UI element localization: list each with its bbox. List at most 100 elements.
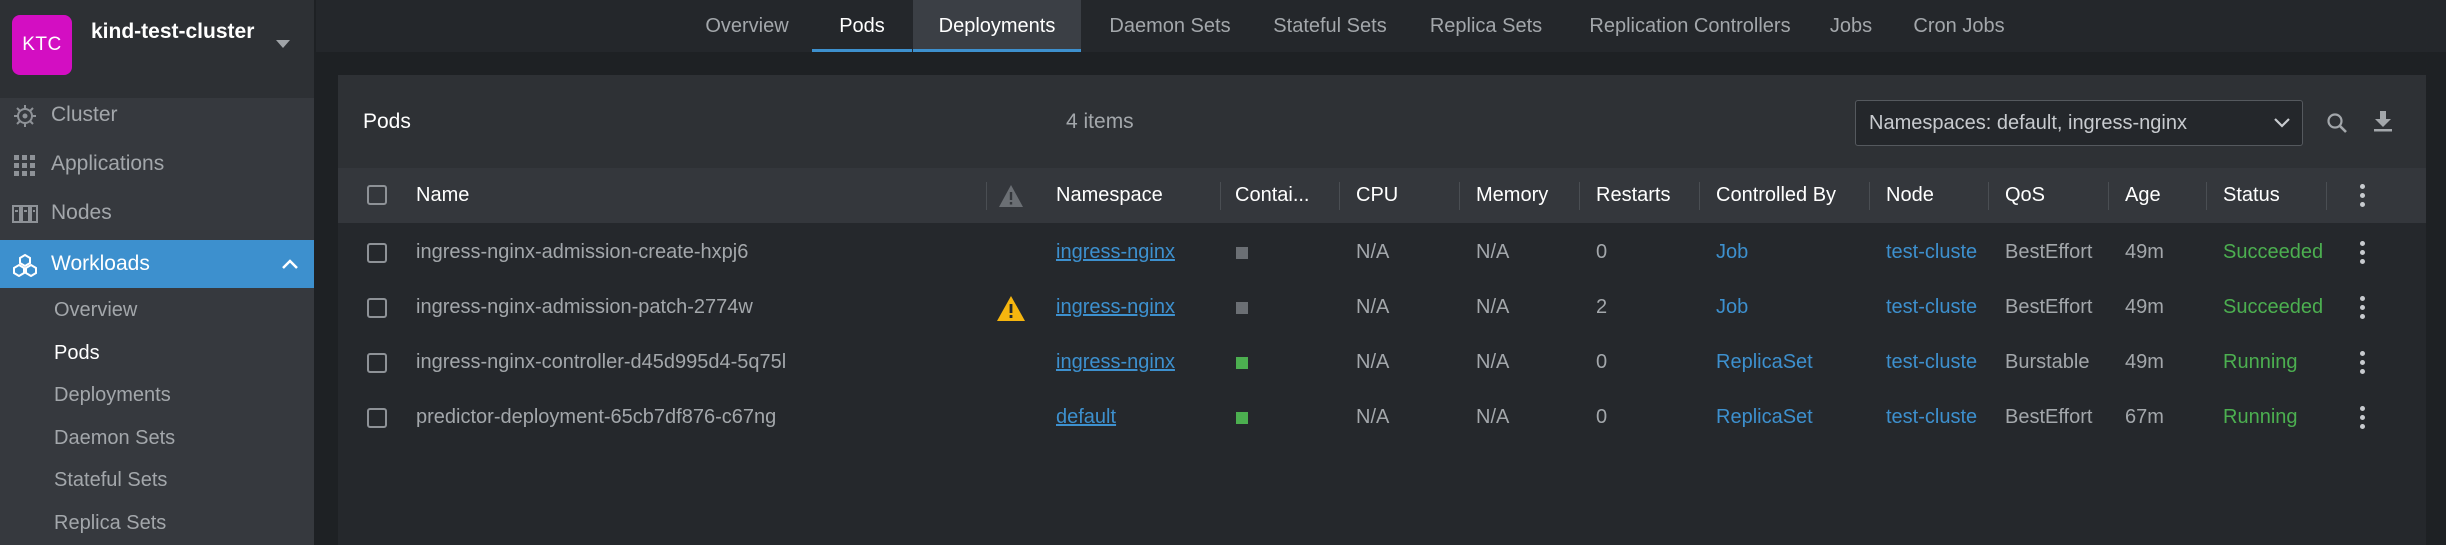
select-all-checkbox[interactable]: [367, 185, 387, 205]
table-row[interactable]: ingress-nginx-controller-d45d995d4-5q75l…: [338, 335, 2426, 390]
container-status-icon[interactable]: [1236, 412, 1248, 424]
pods-panel: Pods 4 items Namespaces: default, ingres…: [338, 75, 2426, 545]
namespace-link[interactable]: ingress-nginx: [1056, 241, 1175, 263]
workload-tabs: Overview Pods Deployments Daemon Sets St…: [316, 0, 2446, 52]
node-link[interactable]: test-cluste: [1886, 280, 1984, 335]
column-divider: [1459, 182, 1460, 210]
status-badge: Succeeded: [2223, 241, 2324, 263]
row-checkbox[interactable]: [367, 408, 387, 428]
restarts-value: 2: [1596, 296, 1608, 318]
restarts-value: 0: [1596, 406, 1608, 428]
table-row[interactable]: ingress-nginx-admission-create-hxpj6 ingr…: [338, 225, 2426, 280]
namespace-link[interactable]: ingress-nginx: [1056, 351, 1175, 373]
row-menu-icon[interactable]: [2359, 296, 2365, 320]
row-checkbox[interactable]: [367, 243, 387, 263]
column-status[interactable]: Status: [2223, 168, 2280, 223]
caret-down-icon[interactable]: [276, 40, 290, 48]
namespace-cell: ingress-nginx: [1056, 225, 1216, 280]
warning-column-icon[interactable]: [998, 184, 1024, 208]
column-memory[interactable]: Memory: [1476, 168, 1548, 223]
table-row[interactable]: ingress-nginx-admission-patch-2774w ingre…: [338, 280, 2426, 335]
node-link[interactable]: test-cluste: [1886, 390, 1984, 445]
table-header: Name Namespace Contai... CPU Memory Rest…: [338, 168, 2426, 223]
controlled-by-link[interactable]: Job: [1716, 225, 1866, 280]
sidebar-subitem-overview[interactable]: Overview: [54, 295, 137, 325]
column-menu-icon[interactable]: [2359, 184, 2365, 208]
sidebar-item-workloads[interactable]: Workloads: [0, 240, 314, 288]
controlled-by-link[interactable]: Job: [1716, 280, 1866, 335]
row-checkbox[interactable]: [367, 353, 387, 373]
column-divider: [986, 182, 987, 210]
row-menu-icon[interactable]: [2359, 406, 2365, 430]
memory-value: N/A: [1476, 406, 1510, 428]
sidebar-item-applications[interactable]: Applications: [0, 140, 314, 188]
column-name[interactable]: Name: [416, 168, 469, 223]
column-age[interactable]: Age: [2125, 168, 2161, 223]
age-value: 49m: [2125, 351, 2164, 373]
sidebar-item-cluster[interactable]: Cluster: [0, 91, 314, 139]
panel-header: Pods 4 items Namespaces: default, ingres…: [338, 75, 2426, 168]
tab-stateful-sets[interactable]: Stateful Sets: [1257, 0, 1403, 52]
table-row[interactable]: predictor-deployment-65cb7df876-c67ng def…: [338, 390, 2426, 445]
sidebar: KTC kind-test-cluster Cluster Applicatio…: [0, 0, 314, 545]
column-divider: [2206, 182, 2207, 210]
row-checkbox[interactable]: [367, 298, 387, 318]
namespace-link[interactable]: default: [1056, 406, 1116, 428]
qos-value: Burstable: [2005, 351, 2090, 373]
warning-icon[interactable]: [996, 295, 1026, 322]
sidebar-subitem-pods[interactable]: Pods: [54, 338, 100, 368]
node-link[interactable]: test-cluste: [1886, 225, 1984, 280]
restarts-value: 0: [1596, 241, 1608, 263]
tab-overview[interactable]: Overview: [682, 0, 812, 52]
sidebar-subitem-replica-sets[interactable]: Replica Sets: [54, 508, 166, 538]
column-divider: [2326, 182, 2327, 210]
column-controlled-by[interactable]: Controlled By: [1716, 168, 1836, 223]
controlled-by-link[interactable]: ReplicaSet: [1716, 390, 1866, 445]
row-menu-icon[interactable]: [2359, 351, 2365, 375]
tab-replica-sets[interactable]: Replica Sets: [1416, 0, 1556, 52]
workloads-icon: [13, 253, 37, 277]
age-value: 49m: [2125, 241, 2164, 263]
cluster-name: kind-test-cluster: [91, 20, 255, 43]
helm-icon: [14, 105, 36, 127]
download-icon[interactable]: [2371, 109, 2395, 133]
column-node[interactable]: Node: [1886, 168, 1934, 223]
tab-replication-controllers[interactable]: Replication Controllers: [1570, 0, 1810, 52]
row-menu-icon[interactable]: [2359, 241, 2365, 265]
status-badge: Running: [2223, 351, 2298, 373]
tab-deployments[interactable]: Deployments: [913, 0, 1081, 52]
status-badge: Succeeded: [2223, 296, 2324, 318]
sidebar-subitem-deployments[interactable]: Deployments: [54, 380, 171, 410]
grid-icon: [14, 155, 35, 176]
cluster-selector[interactable]: KTC kind-test-cluster: [0, 0, 314, 98]
column-qos[interactable]: QoS: [2005, 168, 2045, 223]
namespace-select[interactable]: Namespaces: default, ingress-nginx: [1855, 100, 2303, 146]
controlled-by-link[interactable]: ReplicaSet: [1716, 335, 1866, 390]
container-status-icon[interactable]: [1236, 247, 1248, 259]
tab-cron-jobs[interactable]: Cron Jobs: [1899, 0, 2019, 52]
age-value: 49m: [2125, 296, 2164, 318]
namespace-link[interactable]: ingress-nginx: [1056, 296, 1175, 318]
column-containers[interactable]: Contai...: [1235, 168, 1309, 223]
chevron-up-icon[interactable]: [282, 259, 298, 269]
tab-pods[interactable]: Pods: [812, 0, 912, 52]
status-badge: Running: [2223, 406, 2298, 428]
cluster-avatar: KTC: [12, 15, 72, 75]
container-status-icon[interactable]: [1236, 302, 1248, 314]
sidebar-subitem-stateful-sets[interactable]: Stateful Sets: [54, 465, 167, 495]
tab-jobs[interactable]: Jobs: [1816, 0, 1886, 52]
sidebar-subitem-daemon-sets[interactable]: Daemon Sets: [54, 423, 175, 453]
namespace-select-value: Namespaces: default, ingress-nginx: [1869, 112, 2187, 134]
column-divider: [1869, 182, 1870, 210]
column-restarts[interactable]: Restarts: [1596, 168, 1670, 223]
tab-daemon-sets[interactable]: Daemon Sets: [1095, 0, 1245, 52]
search-icon[interactable]: [2325, 111, 2349, 135]
column-cpu[interactable]: CPU: [1356, 168, 1398, 223]
container-status-icon[interactable]: [1236, 357, 1248, 369]
pod-name: ingress-nginx-controller-d45d995d4-5q75l: [416, 351, 787, 373]
column-divider: [1339, 182, 1340, 210]
node-link[interactable]: test-cluste: [1886, 335, 1984, 390]
sidebar-item-nodes[interactable]: Nodes: [0, 189, 314, 237]
column-namespace[interactable]: Namespace: [1056, 168, 1163, 223]
sidebar-item-label: Cluster: [51, 103, 118, 126]
